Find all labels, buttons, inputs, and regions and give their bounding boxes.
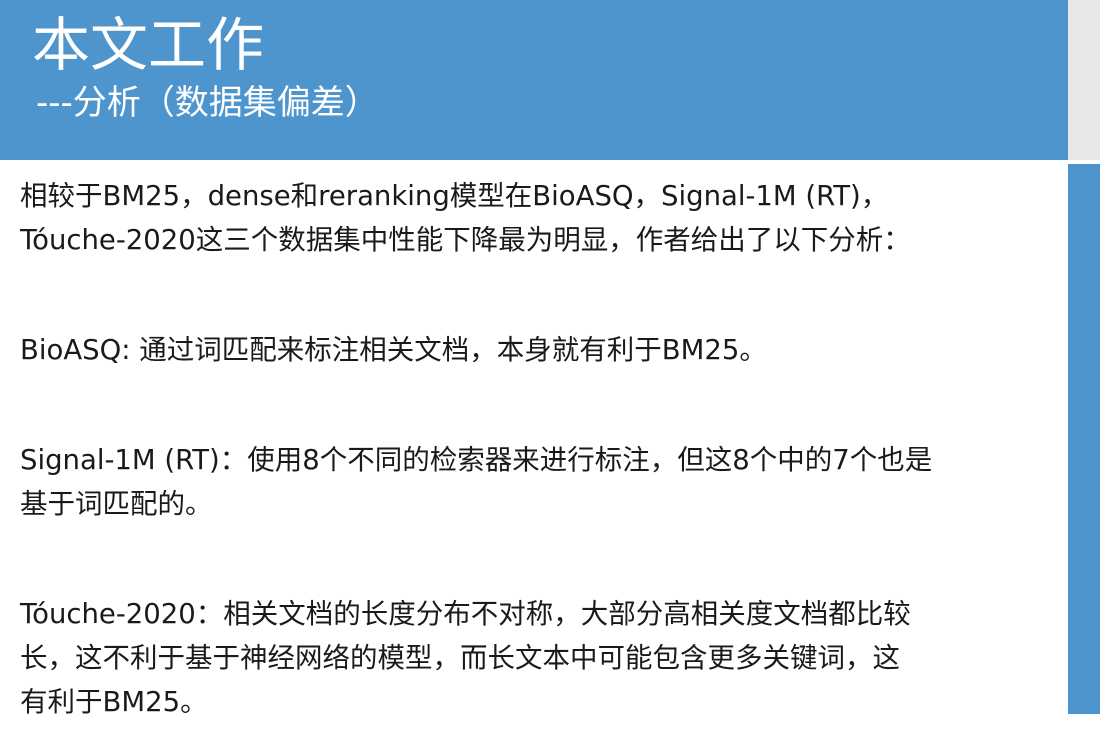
- slide-subtitle: ---分析（数据集偏差）: [36, 83, 379, 123]
- touche-line-3: 有利于BM25。: [20, 686, 208, 718]
- slide-title: 本文工作: [32, 11, 265, 79]
- slide: 本文工作 ---分析（数据集偏差） 相较于BM25，dense和rerankin…: [0, 0, 1100, 733]
- signal-line-1: Signal-1M (RT)：使用8个不同的检索器来进行标注，但这8个中的7个也…: [20, 444, 933, 476]
- slide-body: 相较于BM25，dense和reranking模型在BioASQ，Signal-…: [20, 174, 1082, 724]
- touche-line-2: 长，这不利于基于神经网络的模型，而长文本中可能包含更多关键词，这: [20, 642, 900, 674]
- right-strip-top: [1068, 0, 1100, 160]
- bioasq-line-1: BioASQ: 通过词匹配来标注相关文档，本身就有利于BM25。: [20, 334, 767, 366]
- header-band: 本文工作 ---分析（数据集偏差）: [0, 0, 1068, 160]
- touche-line-1: Tóuche-2020：相关文档的长度分布不对称，大部分高相关度文档都比较: [20, 598, 911, 630]
- intro-line-2: Tóuche-2020这三个数据集中性能下降最为明显，作者给出了以下分析：: [20, 224, 911, 256]
- intro-line-1: 相较于BM25，dense和reranking模型在BioASQ，Signal-…: [20, 180, 889, 212]
- signal-line-2: 基于词匹配的。: [20, 488, 213, 520]
